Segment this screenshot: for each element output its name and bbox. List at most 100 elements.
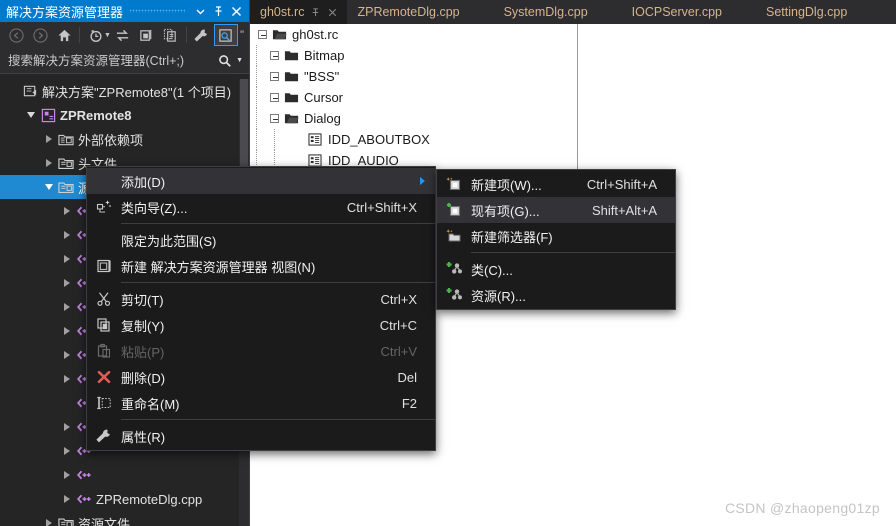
menu-item[interactable]: 删除(D) Del xyxy=(87,364,435,390)
tree-item[interactable]: ZPRemote8 xyxy=(0,103,249,127)
tree-collapse-arrow-icon[interactable] xyxy=(60,199,74,223)
menu-item[interactable]: 新建项(W)... Ctrl+Shift+A xyxy=(437,171,675,197)
resource-expander-icon[interactable] xyxy=(256,24,269,45)
editor-tab-label: IOCPServer.cpp xyxy=(631,5,722,19)
resource-tree-item[interactable]: gh0st.rc xyxy=(250,24,577,45)
panel-pin-icon[interactable] xyxy=(209,1,227,21)
solution-explorer-search[interactable]: ▼ xyxy=(0,48,249,74)
tree-collapse-arrow-icon[interactable] xyxy=(60,271,74,295)
tree-collapse-arrow-icon[interactable] xyxy=(60,223,74,247)
tree-item[interactable]: 外部依赖项 xyxy=(0,127,249,151)
tree-expand-arrow-icon[interactable] xyxy=(42,175,56,199)
toolbar-overflow-icon[interactable]: " xyxy=(240,29,245,41)
resource-tree-item[interactable]: IDD_ABOUTBOX xyxy=(250,129,577,150)
tree-item[interactable]: 解决方案"ZPRemote8"(1 个项目) xyxy=(0,79,249,103)
tree-collapse-arrow-icon[interactable] xyxy=(60,247,74,271)
tab-close-icon[interactable] xyxy=(328,8,337,17)
tree-collapse-arrow-icon[interactable] xyxy=(60,367,74,391)
resource-expander-icon[interactable] xyxy=(268,87,281,108)
sync-arrows-icon[interactable] xyxy=(111,24,135,46)
resource-tree-item[interactable]: Dialog xyxy=(250,108,577,129)
menu-item[interactable]: 添加(D) xyxy=(87,168,435,194)
menu-item-label: 新建 解决方案资源管理器 视图(N) xyxy=(121,259,316,275)
menu-item-label: 复制(Y) xyxy=(121,318,165,334)
res-folder-icon xyxy=(281,70,301,83)
resource-tree-item[interactable]: Cursor xyxy=(250,87,577,108)
menu-item[interactable]: 类(C)... xyxy=(437,256,675,282)
forward-arrow-icon[interactable] xyxy=(28,24,52,46)
menu-item[interactable]: 新建筛选器(F) xyxy=(437,223,675,249)
tree-collapse-arrow-icon[interactable] xyxy=(60,463,74,487)
home-icon[interactable] xyxy=(52,24,76,46)
tree-item-label: 资源文件 xyxy=(78,516,131,526)
menu-item: 粘贴(P) Ctrl+V xyxy=(87,338,435,364)
menu-separator xyxy=(121,419,435,420)
resource-expander-icon[interactable] xyxy=(268,108,281,129)
editor-tab[interactable]: IOCPServer.cpp xyxy=(622,0,756,24)
resource-no-expander xyxy=(292,129,305,150)
panel-close-icon[interactable] xyxy=(227,1,245,21)
resource-expander-icon[interactable] xyxy=(268,45,281,66)
tree-collapse-arrow-icon[interactable] xyxy=(60,439,74,463)
search-icon[interactable] xyxy=(218,54,232,68)
clock-dropdown-caret-icon[interactable]: ▼ xyxy=(104,32,111,39)
menu-item-label: 重命名(M) xyxy=(121,396,180,412)
menu-item[interactable]: 剪切(T) Ctrl+X xyxy=(87,286,435,312)
menu-item-shortcut: Ctrl+V xyxy=(380,343,417,359)
menu-item[interactable]: 类向导(Z)... Ctrl+Shift+X xyxy=(87,194,435,220)
preview-icon[interactable] xyxy=(213,24,238,46)
window-icon[interactable] xyxy=(135,24,159,46)
menu-item[interactable]: 新建 解决方案资源管理器 视图(N) xyxy=(87,253,435,279)
menu-item[interactable]: 限定为此范围(S) xyxy=(87,227,435,253)
menu-item[interactable]: 资源(R)... xyxy=(437,282,675,308)
search-dropdown-caret-icon[interactable]: ▼ xyxy=(236,57,243,64)
menu-item[interactable]: 复制(Y) Ctrl+C xyxy=(87,312,435,338)
titlebar-dots-decoration xyxy=(129,0,185,22)
tree-collapse-arrow-icon[interactable] xyxy=(42,127,56,151)
copy-files-icon[interactable] xyxy=(159,24,183,46)
submenu-arrow-icon xyxy=(420,177,425,185)
menu-item[interactable]: 属性(R) xyxy=(87,423,435,449)
editor-tab[interactable]: SettingDlg.cpp xyxy=(756,0,881,24)
class-wizard-icon xyxy=(87,199,121,215)
tree-collapse-arrow-icon[interactable] xyxy=(60,487,74,511)
tree-collapse-arrow-icon[interactable] xyxy=(60,343,74,367)
menu-separator xyxy=(121,282,435,283)
tab-pin-icon[interactable] xyxy=(311,7,321,17)
res-folder-icon xyxy=(281,91,301,104)
tree-collapse-arrow-icon[interactable] xyxy=(42,151,56,175)
resource-expander-icon[interactable] xyxy=(268,66,281,87)
editor-tab-label: SettingDlg.cpp xyxy=(765,5,848,19)
menu-item-shortcut: Ctrl+X xyxy=(380,291,417,307)
paste-icon xyxy=(87,343,121,359)
resource-tree-item[interactable]: "BSS" xyxy=(250,66,577,87)
editor-tab[interactable]: ZPRemoteDlg.cpp xyxy=(347,0,493,24)
wrench-icon[interactable] xyxy=(190,24,214,46)
toolbar-separator xyxy=(79,27,80,43)
panel-dropdown-icon[interactable] xyxy=(191,1,209,21)
editor-tab-label: SystemDlg.cpp xyxy=(503,5,588,19)
tree-collapse-arrow-icon[interactable] xyxy=(60,415,74,439)
tree-collapse-arrow-icon[interactable] xyxy=(60,295,74,319)
scrollbar-thumb[interactable] xyxy=(240,79,248,179)
menu-item[interactable]: 重命名(M) F2 xyxy=(87,390,435,416)
menu-item[interactable]: 现有项(G)... Shift+Alt+A xyxy=(437,197,675,223)
tree-item[interactable]: ZPRemoteDlg.cpp xyxy=(0,487,249,511)
editor-tab[interactable]: gh0st.rc xyxy=(250,0,348,24)
menu-item-label: 现有项(G)... xyxy=(471,203,540,219)
tree-expand-arrow-icon[interactable] xyxy=(24,103,38,127)
class-icon xyxy=(437,261,471,277)
search-input[interactable] xyxy=(8,53,219,68)
tree-collapse-arrow-icon[interactable] xyxy=(42,511,56,526)
editor-tab[interactable]: SystemDlg.cpp xyxy=(494,0,622,24)
menu-item-label: 资源(R)... xyxy=(471,288,526,304)
back-arrow-icon[interactable] xyxy=(4,24,28,46)
tree-guide-line xyxy=(268,129,292,150)
tree-collapse-arrow-icon[interactable] xyxy=(60,319,74,343)
tree-guide-line xyxy=(250,45,268,66)
resource-tree-label: "BSS" xyxy=(304,69,340,84)
resource-tree-item[interactable]: Bitmap xyxy=(250,45,577,66)
menu-separator xyxy=(121,223,435,224)
tree-item[interactable]: 资源文件 xyxy=(0,511,249,526)
tree-item[interactable] xyxy=(0,463,249,487)
